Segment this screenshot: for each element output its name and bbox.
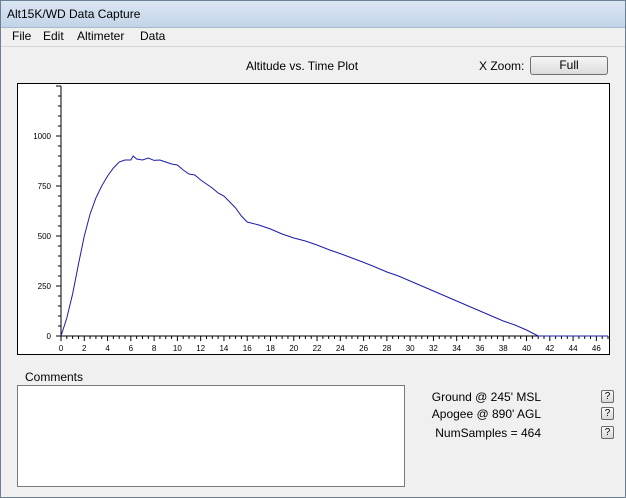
x-tick-label: 10 — [173, 344, 182, 353]
ground-stat: Ground @ 245' MSL — [431, 390, 541, 404]
x-tick-label: 26 — [359, 344, 368, 353]
plot-title: Altitude vs. Time Plot — [246, 59, 359, 73]
x-tick-label: 30 — [406, 344, 415, 353]
menu-bar: File Edit Altimeter Data — [1, 28, 625, 47]
x-tick-label: 46 — [592, 344, 601, 353]
plot-area: 0 250 500 750 1000 0 2 4 6 8 10 12 14 16 18 20 22 24 26 28 3… — [17, 83, 610, 355]
menu-altimeter[interactable]: Altimeter — [75, 29, 126, 43]
x-tick-label: 16 — [243, 344, 252, 353]
y-tick-label: 0 — [47, 332, 52, 341]
x-tick-label: 42 — [545, 344, 554, 353]
x-tick-label: 6 — [129, 344, 134, 353]
x-tick-label: 4 — [105, 344, 110, 353]
x-tick-label: 12 — [196, 344, 205, 353]
x-tick-label: 22 — [313, 344, 322, 353]
altitude-chart: 025050075010000 2 4 6 8 10 12 14 16 18 20 22 24 26 28 3… — [33, 85, 609, 353]
x-tick-label: 2 — [82, 344, 87, 353]
altitude-series-line — [60, 155, 608, 337]
x-tick-label: 32 — [429, 344, 438, 353]
x-tick-label: 36 — [476, 344, 485, 353]
menu-data[interactable]: Data — [138, 29, 167, 43]
zoom-full-button[interactable]: Full — [530, 56, 608, 75]
menu-edit[interactable]: Edit — [41, 29, 66, 43]
x-tick-label: 34 — [452, 344, 461, 353]
x-tick-label: 14 — [219, 344, 228, 353]
menu-file[interactable]: File — [10, 29, 33, 43]
window-title: Alt15K/WD Data Capture — [7, 7, 141, 21]
x-tick-label: 40 — [522, 344, 531, 353]
x-tick-label: 28 — [382, 344, 391, 353]
x-tick-label: 44 — [569, 344, 578, 353]
comments-label: Comments — [25, 370, 84, 384]
title-bar: Alt15K/WD Data Capture — [1, 1, 625, 28]
x-tick-label: 18 — [266, 344, 275, 353]
x-tick-label: 8 — [152, 344, 157, 353]
x-tick-label: 20 — [289, 344, 298, 353]
y-tick-label: 1000 — [33, 132, 51, 141]
y-tick-label: 250 — [38, 282, 52, 291]
apogee-stat: Apogee @ 890' AGL — [431, 407, 541, 421]
x-tick-label: 38 — [499, 344, 508, 353]
xzoom-label: X Zoom: — [479, 59, 525, 73]
x-tick-label: 24 — [336, 344, 345, 353]
y-tick-label: 750 — [38, 182, 52, 191]
ground-help-button[interactable]: ? — [601, 390, 614, 403]
apogee-help-button[interactable]: ? — [601, 407, 614, 420]
app-window: Alt15K/WD Data Capture File Edit Altimet… — [0, 0, 626, 498]
x-tick-label: 0 — [59, 344, 64, 353]
samples-help-button[interactable]: ? — [601, 426, 614, 439]
num-samples-stat: NumSamples = 464 — [435, 426, 541, 440]
y-tick-label: 500 — [38, 232, 52, 241]
